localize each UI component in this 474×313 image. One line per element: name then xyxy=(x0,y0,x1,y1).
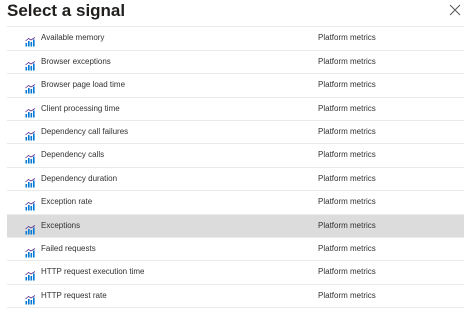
metric-chart-icon xyxy=(25,58,36,71)
signal-row[interactable]: HTTP request rate Platform metrics xyxy=(7,285,464,309)
signal-type: Platform metrics xyxy=(318,197,376,207)
signal-name: Dependency calls xyxy=(41,150,105,160)
metric-chart-icon xyxy=(25,292,36,305)
signal-type: Platform metrics xyxy=(318,33,376,43)
metric-chart-icon xyxy=(25,81,36,94)
metric-chart-icon xyxy=(25,34,36,47)
dialog-title: Select a signal xyxy=(7,1,126,20)
signal-row[interactable]: Dependency call failures Platform metrics xyxy=(7,121,464,145)
signal-name: Client processing time xyxy=(41,103,120,113)
signal-row[interactable]: Browser exceptions Platform metrics xyxy=(7,51,464,75)
dialog-header: Select a signal xyxy=(0,0,474,26)
signal-name: Available memory xyxy=(41,33,105,43)
metric-chart-icon xyxy=(25,105,36,118)
signal-name: HTTP request rate xyxy=(41,290,107,300)
signal-type: Platform metrics xyxy=(318,267,376,277)
signal-row[interactable]: Available memory Platform metrics xyxy=(7,27,464,51)
signal-row[interactable]: HTTP request execution time Platform metr… xyxy=(7,261,464,285)
close-icon[interactable] xyxy=(448,3,462,17)
signal-row[interactable]: Browser page load time Platform metrics xyxy=(7,74,464,98)
signal-type: Platform metrics xyxy=(318,243,376,253)
metric-chart-icon xyxy=(25,175,36,188)
signal-name: Exceptions xyxy=(41,220,81,230)
signal-name: Browser exceptions xyxy=(41,56,111,66)
signal-list[interactable]: Availability TestsPlatform metricsAvaila… xyxy=(7,19,464,313)
signal-type: Platform metrics xyxy=(318,103,376,113)
signal-row[interactable]: Dependency calls Platform metrics xyxy=(7,144,464,168)
signal-type: Platform metrics xyxy=(318,80,376,90)
signal-row[interactable]: Dependency duration Platform metrics xyxy=(7,168,464,192)
signal-name: Browser page load time xyxy=(41,80,126,90)
metric-chart-icon xyxy=(25,128,36,141)
signal-list-rows: Availability TestsPlatform metricsAvaila… xyxy=(7,19,464,309)
signal-type: Platform metrics xyxy=(318,220,376,230)
signal-type: Platform metrics xyxy=(318,173,376,183)
signal-name: Dependency duration xyxy=(41,173,118,183)
metric-chart-icon xyxy=(25,245,36,258)
signal-row[interactable]: Client processing time Platform metrics xyxy=(7,98,464,121)
signal-type: Platform metrics xyxy=(318,150,376,160)
signal-row[interactable]: Exceptions Platform metrics xyxy=(7,214,464,238)
signal-name: Exception rate xyxy=(41,197,93,207)
signal-row[interactable]: Exception rate Platform metrics xyxy=(7,191,464,215)
signal-name: Dependency call failures xyxy=(41,126,129,136)
signal-name: Failed requests xyxy=(41,243,96,253)
signal-type: Platform metrics xyxy=(318,56,376,66)
signal-type: Platform metrics xyxy=(318,290,376,300)
signal-row[interactable]: Failed requests Platform metrics xyxy=(7,238,464,262)
signal-type: Platform metrics xyxy=(318,126,376,136)
metric-chart-icon xyxy=(25,151,36,164)
metric-chart-icon xyxy=(25,198,36,211)
signal-name: HTTP request execution time xyxy=(41,267,145,277)
metric-chart-icon xyxy=(25,268,36,281)
metric-chart-icon xyxy=(25,222,36,235)
